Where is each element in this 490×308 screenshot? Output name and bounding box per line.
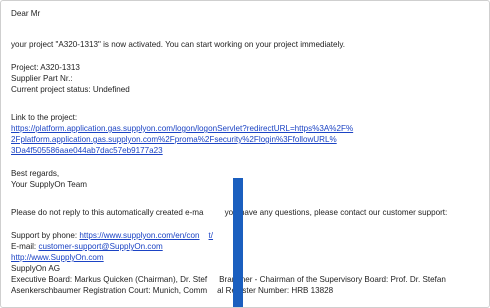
link-label: Link to the project: [11,113,78,122]
support-email-label: E-mail: [11,242,39,251]
email-window: Dear Mr your project "A320-1313" is now … [0,0,490,308]
activation-text: your project "A320-1313" is now activate… [11,40,346,49]
vertical-blue-bar [233,178,243,307]
closing: Best regards, [11,169,60,178]
support-phone-line: Support by phone: https://www.supplyon.c… [11,230,213,242]
website-link[interactable]: http://www.SupplyOn.com [11,252,104,264]
registration-line: Asenkerschbaumer Registration Court: Mun… [11,286,334,295]
signature: Your SupplyOn Team [11,180,88,189]
greeting: Dear Mr [11,9,41,18]
company-name: SupplyOn AG [11,264,61,273]
executive-board-line: Executive Board: Markus Quicken (Chairma… [11,275,446,284]
no-reply-notice-start: Please do not reply to this automaticall… [11,208,204,217]
support-phone-label: Support by phone: [11,231,80,240]
support-email-link[interactable]: customer-support@SupplyOn.com [38,242,162,251]
supplier-part-line: Supplier Part Nr.: [11,74,73,83]
support-phone-link[interactable]: https://www.supplyon.com/en/con t/ [79,231,213,240]
project-link-part-3[interactable]: 3Da4f505586aae044ab7dac57eb9177a23 [11,145,163,157]
project-link-part-1[interactable]: https://platform.application.gas.supplyo… [11,123,353,135]
no-reply-notice: Please do not reply to this automaticall… [11,207,447,219]
no-reply-notice-end: you have any questions, please contact o… [224,208,448,217]
project-line: Project: A320-1313 [11,63,80,72]
project-status-line: Current project status: Undefined [11,85,130,94]
project-link-part-2[interactable]: 2Fplatform.application.gas.supplyon.com%… [11,134,337,146]
support-email-line: E-mail: customer-support@SupplyOn.com [11,241,163,253]
